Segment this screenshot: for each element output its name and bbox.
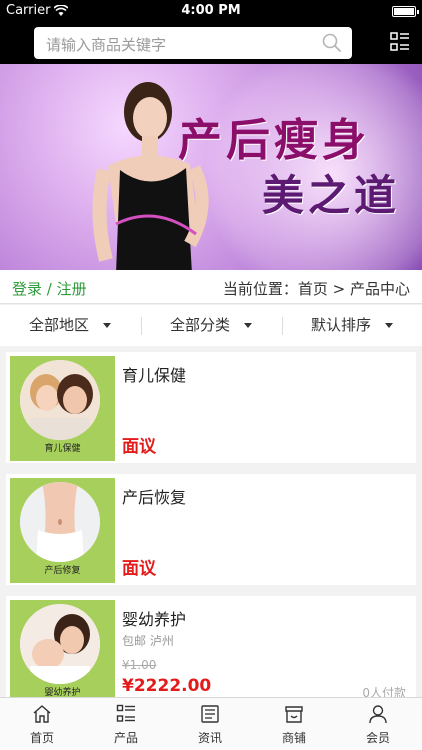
- chevron-down-icon: [385, 323, 393, 328]
- home-icon: [33, 705, 51, 723]
- tab-home[interactable]: 首页: [0, 698, 84, 750]
- mother-child-image: [20, 360, 100, 440]
- baby-image: [20, 604, 100, 684]
- product-photo: [20, 604, 100, 684]
- search-placeholder: 请输入商品关键字: [46, 36, 167, 54]
- filter-category-label: 全部分类: [169, 316, 230, 334]
- filter-sort-label: 默认排序: [310, 316, 371, 334]
- store-icon: [285, 706, 303, 723]
- login-register-link[interactable]: 登录 / 注册: [12, 278, 87, 299]
- tab-store[interactable]: 商铺: [252, 698, 336, 750]
- product-price: 面议: [122, 559, 156, 579]
- tab-products[interactable]: 产品: [84, 698, 168, 750]
- product-name[interactable]: 产后恢复: [122, 484, 186, 508]
- banner-title-line2: 美之道: [262, 171, 401, 220]
- tab-label: 资讯: [197, 731, 222, 745]
- product-thumbnail[interactable]: 产后修复: [10, 478, 115, 583]
- product-thumbnail[interactable]: 婴幼养护: [10, 600, 115, 705]
- original-price: ¥1.00: [122, 658, 157, 672]
- top-bar: Carrier 4:00 PM 请输入商品关键字: [0, 0, 422, 64]
- category-menu-icon[interactable]: [390, 32, 410, 52]
- product-price: 面议: [122, 437, 156, 457]
- tab-label: 会员: [365, 731, 390, 745]
- promo-banner[interactable]: 产后瘦身 美之道: [0, 64, 422, 270]
- breadcrumb: 当前位置：首页 > 产品中心: [222, 280, 410, 298]
- search-input[interactable]: 请输入商品关键字: [34, 27, 352, 59]
- chevron-down-icon: [244, 323, 252, 328]
- filter-category-dropdown[interactable]: 全部分类: [141, 305, 281, 346]
- product-card[interactable]: 产后修复 产后恢复 面议: [6, 474, 416, 585]
- filter-region-dropdown[interactable]: 全部地区: [0, 305, 140, 346]
- tab-label: 商铺: [281, 731, 306, 745]
- chevron-down-icon: [103, 323, 111, 328]
- product-photo: [20, 360, 100, 440]
- filter-bar: 全部地区 全部分类 默认排序: [0, 305, 422, 346]
- tab-label: 产品: [113, 731, 138, 745]
- list-icon: [116, 704, 135, 722]
- product-price: ¥2222.00: [122, 676, 212, 696]
- shipping-info: 包邮 泸州: [122, 634, 174, 648]
- product-photo: [20, 482, 100, 562]
- user-icon: [369, 705, 387, 724]
- tab-bar: 首页 产品 资讯 商铺 会员: [0, 697, 422, 750]
- news-icon: [201, 705, 219, 723]
- tab-label: 首页: [29, 731, 54, 745]
- battery-icon: [392, 6, 419, 17]
- product-card[interactable]: 婴幼养护 婴幼养护 包邮 泸州 ¥1.00 ¥2222.00 0人付款: [6, 596, 416, 705]
- location-bar: 登录 / 注册 当前位置：首页 > 产品中心: [0, 270, 422, 304]
- product-name[interactable]: 育儿保健: [122, 362, 186, 386]
- tab-news[interactable]: 资讯: [168, 698, 252, 750]
- filter-region-label: 全部地区: [28, 316, 89, 334]
- banner-title-line1: 产后瘦身: [178, 115, 370, 166]
- waist-image: [20, 482, 100, 562]
- product-thumbnail[interactable]: 育儿保健: [10, 356, 115, 461]
- status-bar: Carrier 4:00 PM: [0, 0, 422, 22]
- product-name[interactable]: 婴幼养护: [122, 606, 186, 630]
- clock: 4:00 PM: [181, 3, 241, 18]
- product-card[interactable]: 育儿保健 育儿保健 面议: [6, 352, 416, 463]
- filter-sort-dropdown[interactable]: 默认排序: [282, 305, 422, 346]
- thumbnail-caption: 育儿保健: [44, 444, 81, 454]
- search-icon[interactable]: [322, 33, 342, 53]
- tab-member[interactable]: 会员: [336, 698, 420, 750]
- thumbnail-caption: 产后修复: [44, 566, 81, 576]
